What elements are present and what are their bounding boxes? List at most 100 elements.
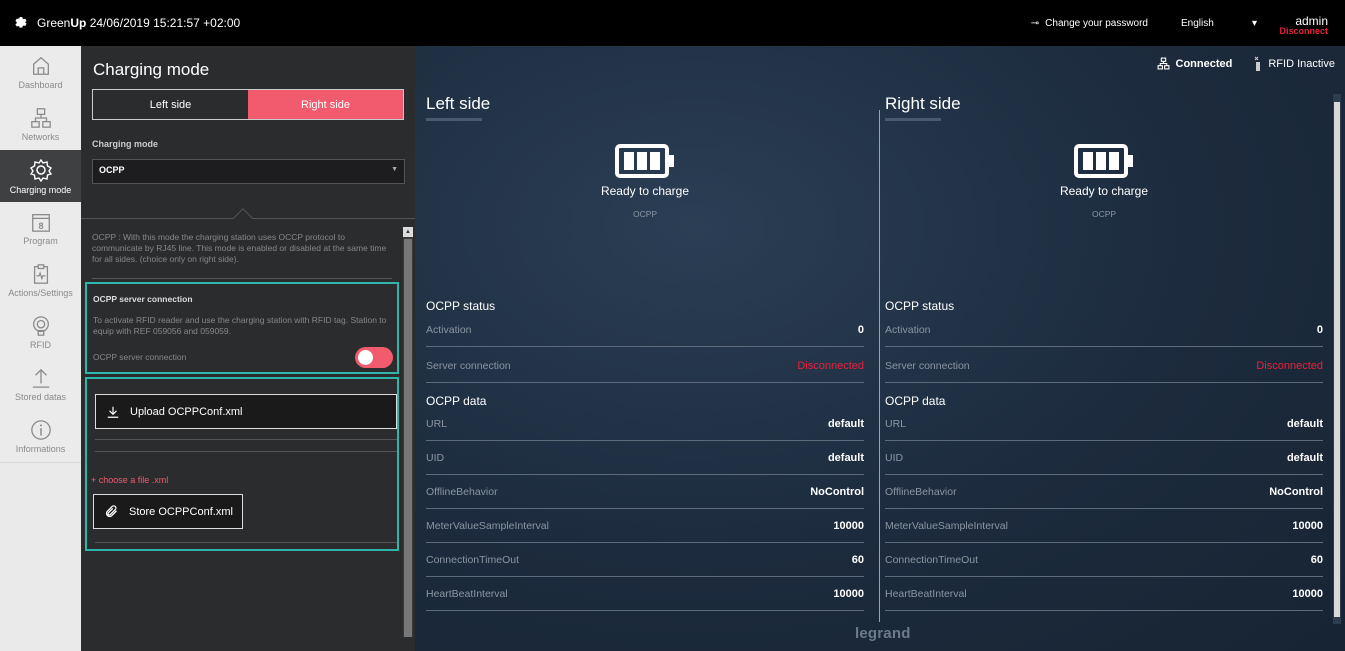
side-mode: OCPP <box>1091 209 1117 219</box>
change-password-label: Change your password <box>1045 18 1148 29</box>
sidebar-item-label: Informations <box>15 443 66 454</box>
row-key: MeterValueSampleInterval <box>885 520 1008 532</box>
change-password-link[interactable]: ⊸ Change your password <box>1031 18 1148 29</box>
divider <box>95 439 397 440</box>
legrand-logo: legrand <box>855 625 911 642</box>
charging-mode-select[interactable]: OCPP ▼ <box>92 159 405 184</box>
server-switch-label: OCPP server connection <box>93 352 187 362</box>
paperclip-icon <box>105 505 117 518</box>
upload-icon <box>32 368 49 388</box>
table-row: MeterValueSampleInterval 10000 <box>885 510 1323 543</box>
brand: Green Up 24/06/2019 15:21:57 +02:00 <box>13 15 240 31</box>
panel-title: Charging mode <box>93 60 210 79</box>
row-value: 0 <box>857 324 864 336</box>
scrollbar-thumb[interactable] <box>404 239 412 637</box>
sidebar-item-stored-datas[interactable]: Stored datas <box>0 358 81 410</box>
sidebar-item-charging-mode[interactable]: Charging mode <box>0 150 81 202</box>
ocpp-server-toggle[interactable] <box>355 347 393 368</box>
row-key: HeartBeatInterval <box>885 588 967 600</box>
charge-state: Ready to charge <box>1059 184 1149 198</box>
key-icon: ⊸ <box>1030 18 1040 29</box>
row-value: 0 <box>1316 324 1323 336</box>
sidebar-item-label: Stored datas <box>14 391 67 402</box>
language-value: English <box>1181 18 1214 29</box>
row-value: Disconnected <box>797 360 864 372</box>
row-key: UID <box>426 452 445 464</box>
sidebar-item-networks[interactable]: Networks <box>0 98 81 150</box>
sidebar-item-program[interactable]: 8 Program <box>0 202 81 254</box>
home-icon <box>32 56 49 75</box>
table-row: Server connection Disconnected <box>885 350 1323 383</box>
sidebar-nav: Dashboard Networks Charging mode 8 Progr… <box>0 46 81 651</box>
callout-notch <box>233 208 253 228</box>
row-key: OfflineBehavior <box>885 486 957 498</box>
network-icon <box>30 107 51 128</box>
row-value: NoControl <box>1269 486 1323 498</box>
row-key: URL <box>426 418 448 430</box>
ocpp-config-file-section: Upload OCPPConf.xml + choose a file .xml… <box>85 377 399 551</box>
row-key: URL <box>885 418 907 430</box>
tab-right-side[interactable]: Right side <box>248 90 403 119</box>
row-key: Activation <box>885 324 931 336</box>
store-ocppconf-button[interactable]: Store OCPPConf.xml <box>93 494 243 529</box>
gear-icon <box>15 17 27 28</box>
row-value: 10000 <box>1292 520 1323 532</box>
calendar-icon: 8 <box>31 213 50 232</box>
rfid-icon <box>32 315 49 336</box>
right-side-panel: Right side Ready to charge OCPP OCPP sta… <box>885 46 1323 626</box>
user-menu: admin Disconnect <box>1279 14 1328 36</box>
row-value: 60 <box>1310 554 1323 566</box>
battery-icon <box>615 144 674 178</box>
scroll-up-icon[interactable]: ▲ <box>403 227 413 237</box>
left-side-panel: Left side Ready to charge OCPP OCPP stat… <box>426 46 864 626</box>
server-section-description: To activate RFID reader and use the char… <box>93 315 387 336</box>
disconnect-link[interactable]: Disconnect <box>1279 26 1328 36</box>
charge-state: Ready to charge <box>600 184 690 198</box>
scrollbar-thumb[interactable] <box>1334 102 1340 617</box>
row-value: 10000 <box>1292 588 1323 600</box>
panel-scrollbar[interactable]: ▲ <box>403 227 413 637</box>
table-row: URL default <box>885 408 1323 441</box>
sidebar-item-actions-settings[interactable]: Actions/Settings <box>0 254 81 306</box>
sidebar-item-label: Networks <box>21 131 60 142</box>
row-key: HeartBeatInterval <box>426 588 508 600</box>
title-underline <box>885 118 941 121</box>
row-key: Server connection <box>426 360 511 372</box>
charging-mode-panel: Charging mode Left side Right side Charg… <box>81 46 415 651</box>
table-row: Server connection Disconnected <box>426 350 864 383</box>
username: admin <box>1295 14 1328 28</box>
table-row: ConnectionTimeOut 60 <box>426 544 864 577</box>
sidebar-filler <box>0 462 81 651</box>
main-scrollbar[interactable] <box>1333 94 1341 624</box>
top-bar: Green Up 24/06/2019 15:21:57 +02:00 ⊸ Cha… <box>0 0 1345 46</box>
table-row: MeterValueSampleInterval 10000 <box>426 510 864 543</box>
toggle-knob <box>358 350 373 365</box>
battery-icon <box>1074 144 1133 178</box>
info-icon <box>30 419 51 440</box>
row-key: OfflineBehavior <box>426 486 498 498</box>
table-row: OfflineBehavior NoControl <box>885 476 1323 509</box>
tab-left-side[interactable]: Left side <box>93 90 248 119</box>
upload-ocppconf-button[interactable]: Upload OCPPConf.xml <box>95 394 397 429</box>
upload-label: Upload OCPPConf.xml <box>130 405 243 418</box>
row-value: default <box>827 418 864 430</box>
choose-file-link[interactable]: + choose a file .xml <box>91 475 168 485</box>
sidebar-item-informations[interactable]: Informations <box>0 410 81 462</box>
side-title: Left side <box>426 94 491 113</box>
language-select[interactable]: English ▾ <box>1181 18 1257 29</box>
ocpp-status-title: OCPP status <box>426 299 496 313</box>
sidebar-item-rfid[interactable]: RFID <box>0 306 81 358</box>
sidebar-item-dashboard[interactable]: Dashboard <box>0 46 81 98</box>
table-row: OfflineBehavior NoControl <box>426 476 864 509</box>
server-section-title: OCPP server connection <box>93 294 193 304</box>
row-value: default <box>1286 418 1323 430</box>
title-underline <box>426 118 482 121</box>
main-content: Connected RFID Inactive Left side Ready … <box>415 46 1345 651</box>
divider <box>95 451 397 452</box>
row-value: NoControl <box>810 486 864 498</box>
table-row: Activation 0 <box>426 314 864 347</box>
store-label: Store OCPPConf.xml <box>129 505 233 518</box>
ocpp-server-section: OCPP server connection To activate RFID … <box>85 282 399 374</box>
divider <box>95 542 397 543</box>
row-key: Server connection <box>885 360 970 372</box>
